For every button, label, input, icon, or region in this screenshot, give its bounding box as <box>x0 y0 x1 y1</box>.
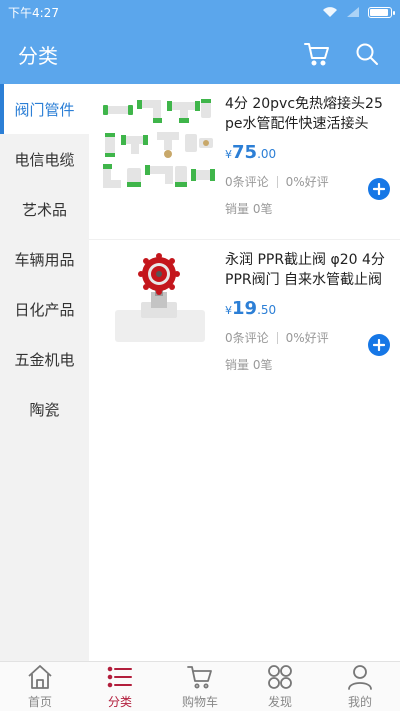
tab-cart[interactable]: 购物车 <box>160 662 240 711</box>
sidebar-item-label: 艺术品 <box>21 200 67 219</box>
tab-home[interactable]: 首页 <box>0 662 80 711</box>
product-list: 4分 20pvc免热熔接头25pe水管配件快速活接头 ¥ 75 .00 0条评论… <box>89 84 400 661</box>
app-header: 分类 <box>0 24 400 84</box>
cart-icon <box>187 666 212 689</box>
plus-icon <box>373 339 385 351</box>
bottom-tab-bar: 首页 分类 购物车 发现 我的 <box>0 661 400 711</box>
product-name[interactable]: 永润 PPR截止阀 φ20 4分 PPR阀门 自来水管截止阀 <box>225 250 385 290</box>
tab-profile[interactable]: 我的 <box>320 662 400 711</box>
positive-rating: 0%好评 <box>285 331 329 345</box>
meta-divider <box>276 331 278 344</box>
home-icon <box>28 665 52 689</box>
add-to-cart-button[interactable] <box>368 178 390 200</box>
meta-divider <box>276 175 278 188</box>
product-image-pipe-fittings <box>101 96 217 192</box>
category-sidebar: 阀门管件 电信电缆 艺术品 车辆用品 日化产品 五金机电 陶瓷 <box>0 84 89 661</box>
search-icon <box>356 43 378 65</box>
price-integer: 19 <box>232 298 258 319</box>
sidebar-item-hardware[interactable]: 五金机电 <box>0 334 89 384</box>
product-reviews-row: 0条评论 0%好评 <box>225 329 385 346</box>
page-title: 分类 <box>18 43 58 68</box>
product-image-stop-valve <box>101 252 217 348</box>
sidebar-item-label: 五金机电 <box>14 350 75 369</box>
sidebar-item-cables[interactable]: 电信电缆 <box>0 134 89 184</box>
sidebar-item-vehicle[interactable]: 车辆用品 <box>0 234 89 284</box>
discover-icon <box>268 665 292 689</box>
positive-rating: 0%好评 <box>285 175 329 189</box>
tab-label: 分类 <box>107 695 132 709</box>
product-name[interactable]: 4分 20pvc免热熔接头25pe水管配件快速活接头 <box>225 94 385 134</box>
sidebar-item-label: 电信电缆 <box>14 150 75 169</box>
cart-icon <box>304 43 329 66</box>
list-icon <box>107 666 132 688</box>
product-reviews-row: 0条评论 0%好评 <box>225 173 385 190</box>
sidebar-item-label: 陶瓷 <box>29 400 60 419</box>
sidebar-item-label: 车辆用品 <box>14 250 75 269</box>
header-cart-button[interactable] <box>302 39 332 69</box>
status-bar: 下午4:27 <box>0 0 400 24</box>
status-icons <box>322 6 395 18</box>
product-price: ¥ 19 .50 <box>225 298 385 319</box>
review-count: 0条评论 <box>225 331 269 345</box>
product-price: ¥ 75 .00 <box>225 142 385 163</box>
product-card[interactable]: 4分 20pvc免热熔接头25pe水管配件快速活接头 ¥ 75 .00 0条评论… <box>89 84 400 240</box>
user-icon <box>348 665 372 690</box>
price-currency: ¥ <box>225 148 232 161</box>
product-info: 永润 PPR截止阀 φ20 4分 PPR阀门 自来水管截止阀 ¥ 19 .50 … <box>225 250 385 373</box>
tab-label: 购物车 <box>181 695 218 709</box>
wifi-icon <box>323 7 337 17</box>
price-decimal: .00 <box>257 147 277 161</box>
price-currency: ¥ <box>225 304 232 317</box>
sidebar-item-valves[interactable]: 阀门管件 <box>0 84 89 134</box>
tab-label: 首页 <box>27 695 52 709</box>
sidebar-item-label: 阀门管件 <box>14 100 75 119</box>
price-decimal: .50 <box>257 303 277 317</box>
plus-icon <box>373 183 385 195</box>
tab-label: 我的 <box>347 695 372 709</box>
header-search-button[interactable] <box>352 39 382 69</box>
product-card[interactable]: 永润 PPR截止阀 φ20 4分 PPR阀门 自来水管截止阀 ¥ 19 .50 … <box>89 240 400 396</box>
tab-discover[interactable]: 发现 <box>240 662 320 711</box>
sidebar-item-ceramics[interactable]: 陶瓷 <box>0 384 89 434</box>
sales-count: 销量 0笔 <box>225 202 273 216</box>
product-info: 4分 20pvc免热熔接头25pe水管配件快速活接头 ¥ 75 .00 0条评论… <box>225 94 385 217</box>
sidebar-item-art[interactable]: 艺术品 <box>0 184 89 234</box>
tab-label: 发现 <box>267 695 292 709</box>
sidebar-item-chemicals[interactable]: 日化产品 <box>0 284 89 334</box>
status-time: 下午4:27 <box>8 5 59 20</box>
battery-icon <box>368 6 395 18</box>
sales-count: 销量 0笔 <box>225 358 273 372</box>
tab-category[interactable]: 分类 <box>80 662 160 711</box>
price-integer: 75 <box>232 142 258 163</box>
signal-icon <box>347 7 359 17</box>
review-count: 0条评论 <box>225 175 269 189</box>
add-to-cart-button[interactable] <box>368 334 390 356</box>
sidebar-item-label: 日化产品 <box>14 300 75 319</box>
